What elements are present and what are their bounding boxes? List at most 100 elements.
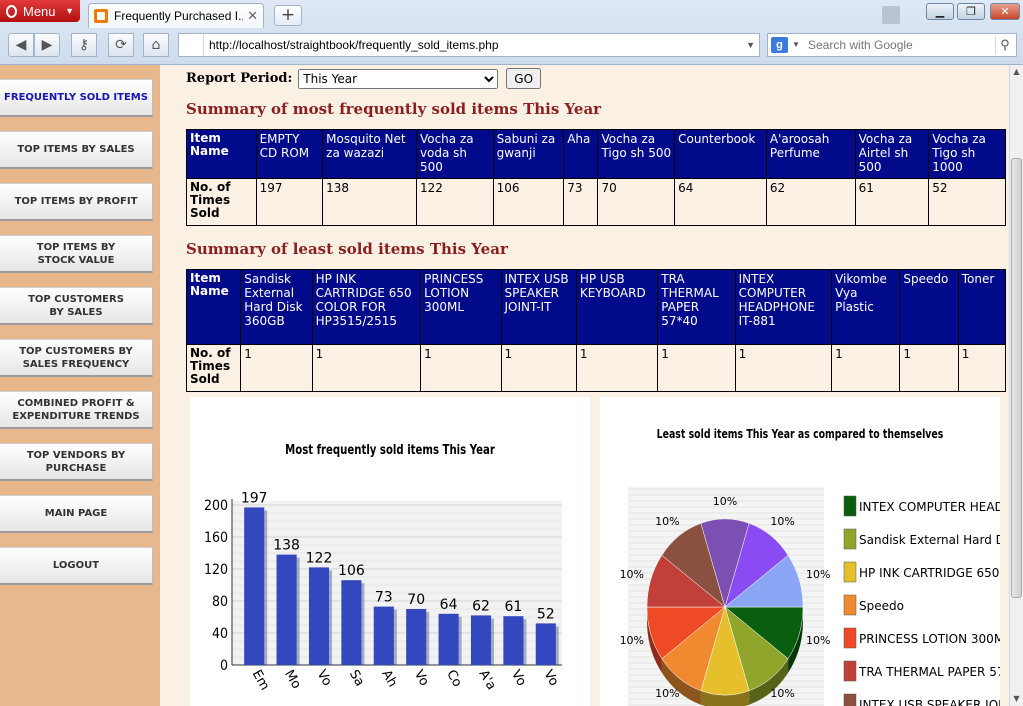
reload-button[interactable]: ⟳ bbox=[108, 33, 134, 57]
data-label: 122 bbox=[306, 550, 333, 566]
table-cell: TRA THERMAL PAPER 57*40 bbox=[657, 269, 736, 345]
bar bbox=[276, 554, 297, 665]
table-row: No. of Times Sold 197 138 122 106 73 70 … bbox=[186, 178, 1006, 226]
data-label: 73 bbox=[375, 590, 393, 606]
sidebar-item-profit-expenditure[interactable]: COMBINED PROFIT & EXPENDITURE TRENDS bbox=[0, 391, 153, 429]
x-tick-label: A'a bbox=[476, 668, 499, 693]
most-sold-table: Item Name EMPTY CD ROM Mosquito Net za w… bbox=[186, 129, 1006, 226]
address-url: http://localhost/straightbook/frequently… bbox=[209, 38, 499, 52]
menu-label: Menu bbox=[23, 3, 56, 19]
home-button[interactable]: ⌂ bbox=[143, 33, 169, 57]
y-tick-label: 80 bbox=[212, 594, 228, 610]
table-cell: INTEX COMPUTER HEADPHONE IT-881 bbox=[734, 269, 833, 345]
table-cell: 61 bbox=[854, 178, 930, 226]
scroll-up-icon[interactable]: ▲ bbox=[1010, 65, 1023, 79]
table-cell: A'aroosah Perfume bbox=[765, 129, 856, 179]
bar bbox=[535, 623, 556, 665]
x-tick-label: Sa bbox=[346, 668, 367, 690]
row-header-item-name: Item Name bbox=[186, 129, 257, 179]
table-cell: Mosquito Net za wazazi bbox=[322, 129, 417, 179]
row-header-item-name: Item Name bbox=[185, 269, 242, 345]
close-tab-icon[interactable]: ✕ bbox=[247, 8, 258, 24]
table-cell: 1 bbox=[311, 344, 422, 392]
pie-chart: 10%10%10%10%10%10%10%10%10%10%INTEX COMP… bbox=[620, 487, 1009, 706]
table-cell: 122 bbox=[415, 178, 494, 226]
pie-slice-label: 10% bbox=[655, 687, 679, 700]
vertical-scrollbar[interactable]: ▲ ▼ bbox=[1009, 65, 1023, 706]
pie-slice-label: 10% bbox=[655, 515, 679, 528]
table-cell: 70 bbox=[597, 178, 676, 226]
opera-logo-icon bbox=[6, 4, 17, 18]
forward-button[interactable]: ▶ bbox=[34, 33, 60, 57]
x-tick-label: Vo bbox=[508, 668, 529, 689]
scrollbar-thumb[interactable] bbox=[1011, 158, 1022, 598]
data-label: 197 bbox=[241, 490, 268, 506]
scroll-down-icon[interactable]: ▼ bbox=[1010, 692, 1023, 706]
table-cell: Toner bbox=[957, 269, 1007, 345]
sidebar-item-main-page[interactable]: MAIN PAGE bbox=[0, 495, 153, 533]
sidebar-item-label: TOP ITEMS BY STOCK VALUE bbox=[36, 241, 116, 266]
table-cell: Counterbook bbox=[674, 129, 767, 179]
legend-label: INTEX COMPUTER HEADPHONE IT-8 bbox=[859, 500, 1000, 514]
pie-slice-label: 10% bbox=[770, 687, 794, 700]
data-label: 61 bbox=[504, 599, 522, 615]
search-engine-dropdown-icon[interactable]: ▼ bbox=[792, 34, 800, 56]
search-icon[interactable]: ⚲ bbox=[995, 36, 1014, 54]
table-cell: Vocha za Tigo sh 1000 bbox=[928, 129, 1006, 179]
sidebar-item-top-customers-sales[interactable]: TOP CUSTOMERS BY SALES bbox=[0, 287, 153, 325]
legend-swatch bbox=[843, 594, 857, 616]
table-cell: HP USB KEYBOARD bbox=[575, 269, 659, 345]
table-cell: EMPTY CD ROM bbox=[255, 129, 324, 179]
row-header-times-sold: No. of Times Sold bbox=[185, 344, 242, 392]
y-tick-label: 0 bbox=[220, 658, 228, 674]
pie-slice-label: 10% bbox=[620, 634, 644, 647]
y-tick-label: 160 bbox=[204, 530, 228, 546]
google-icon[interactable]: g bbox=[771, 37, 788, 53]
pie-slice-label: 10% bbox=[713, 495, 737, 508]
wand-key-icon[interactable]: ⚷ bbox=[71, 33, 97, 57]
table-cell: 1 bbox=[575, 344, 659, 392]
sidebar-item-top-items-sales[interactable]: TOP ITEMS BY SALES bbox=[0, 131, 153, 169]
table-cell: 1 bbox=[734, 344, 833, 392]
pie-slice-label: 10% bbox=[770, 515, 794, 528]
sidebar-item-top-customers-frequency[interactable]: TOP CUSTOMERS BY SALES FREQUENCY bbox=[0, 339, 153, 377]
browser-chrome: Menu ▼ Frequently Purchased I... ✕ + ▁ ❐… bbox=[0, 0, 1023, 65]
legend-label: HP INK CARTRIDGE 650 COLOR FO bbox=[859, 566, 1000, 580]
sidebar-item-top-vendors[interactable]: TOP VENDORS BY PURCHASE bbox=[0, 443, 153, 481]
window-maximize-button[interactable]: ❐ bbox=[957, 3, 985, 20]
y-tick-label: 120 bbox=[204, 562, 228, 578]
search-box[interactable]: g ▼ Search with Google ⚲ bbox=[767, 33, 1017, 57]
data-label: 70 bbox=[407, 592, 425, 608]
new-tab-button[interactable]: + bbox=[274, 5, 302, 26]
table-cell: 64 bbox=[674, 178, 767, 226]
table-cell: 1 bbox=[240, 344, 313, 392]
window-minimize-button[interactable]: ▁ bbox=[926, 3, 954, 20]
back-button[interactable]: ◀ bbox=[8, 33, 34, 57]
address-bar[interactable]: http://localhost/straightbook/frequently… bbox=[178, 33, 760, 57]
bar bbox=[438, 613, 459, 665]
window-close-button[interactable]: ✕ bbox=[990, 3, 1020, 20]
browser-menu-button[interactable]: Menu ▼ bbox=[0, 0, 80, 22]
table-row: Item Name Sandisk External Hard Disk 360… bbox=[185, 269, 1007, 345]
browser-tab[interactable]: Frequently Purchased I... ✕ bbox=[88, 3, 264, 28]
bar-chart-title: Most frequently sold items This Year bbox=[285, 443, 495, 458]
trash-icon[interactable] bbox=[882, 6, 900, 24]
x-tick-label: Ah bbox=[378, 668, 400, 690]
sidebar-item-frequently-sold[interactable]: FREQUENTLY SOLD ITEMS bbox=[0, 79, 153, 117]
sidebar-item-top-items-profit[interactable]: TOP ITEMS BY PROFIT bbox=[0, 183, 153, 221]
chevron-down-icon: ▼ bbox=[65, 6, 74, 16]
sidebar-item-logout[interactable]: LOGOUT bbox=[0, 547, 153, 585]
site-info-icon[interactable] bbox=[179, 34, 204, 56]
legend-swatch bbox=[843, 528, 857, 550]
pie-chart-panel: Least sold items This Year as compared t… bbox=[600, 397, 1009, 706]
bar bbox=[503, 616, 524, 665]
sidebar-item-top-items-stock-value[interactable]: TOP ITEMS BY STOCK VALUE bbox=[0, 235, 153, 273]
address-dropdown-icon[interactable]: ▼ bbox=[746, 34, 755, 56]
x-tick-label: Vo bbox=[411, 668, 432, 689]
least-sold-title: Summary of least sold items This Year bbox=[186, 240, 508, 258]
report-period-select[interactable]: This Year bbox=[298, 68, 499, 89]
table-cell: PRINCESS LOTION 300ML bbox=[420, 269, 502, 345]
legend-label: INTEX USB SPEAKER JOINT-IT bbox=[859, 698, 1000, 706]
go-button[interactable]: GO bbox=[506, 68, 542, 89]
table-cell: Vocha za Tigo sh 500 bbox=[597, 129, 676, 179]
